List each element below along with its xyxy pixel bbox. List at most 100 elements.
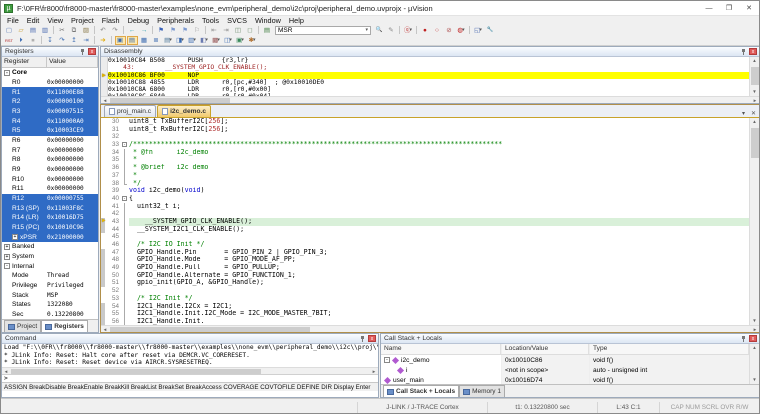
register-row[interactable]: StackMSP — [2, 290, 98, 300]
bookmark-toggle-icon[interactable]: ⚑ — [156, 26, 167, 35]
document-tab-i2c-demo-c[interactable]: i2c_demo.c — [157, 105, 211, 117]
step-out-icon[interactable]: ↥ — [69, 36, 80, 45]
register-row[interactable]: R70x00000000 — [2, 145, 98, 155]
register-row[interactable]: R80x00000000 — [2, 155, 98, 165]
editor-vertical-scrollbar[interactable]: ▲▼ — [749, 118, 759, 325]
call-stack-row[interactable]: -i2c_demo0x10010C86void f() — [381, 355, 749, 365]
disassembly-horizontal-scrollbar[interactable]: ◄► — [101, 96, 759, 103]
fold-collapse-icon[interactable]: - — [122, 142, 127, 147]
register-row[interactable]: States1322080 — [2, 300, 98, 310]
register-row[interactable]: ModeThread — [2, 271, 98, 281]
step-over-icon[interactable]: ↷ — [57, 36, 68, 45]
breakpoint-disable-all-icon[interactable]: ⊘ — [444, 26, 455, 35]
disassembly-code[interactable]: 0x10010C84 B508 PUSH {r3,lr} 43: __SYSTE… — [108, 57, 749, 96]
indent-icon[interactable]: ⇥ — [221, 26, 232, 35]
fold-collapse-icon[interactable]: - — [122, 196, 127, 201]
serial-windows-icon[interactable]: ◧▾ — [199, 36, 210, 45]
pin-icon[interactable] — [79, 48, 86, 55]
disassembly-vertical-scrollbar[interactable]: ▲▼ — [749, 57, 759, 96]
registers-window-icon[interactable]: ≣ — [151, 36, 162, 45]
watch-windows-icon[interactable]: ◨▾ — [175, 36, 186, 45]
editor-horizontal-scrollbar[interactable]: ◄► — [101, 325, 759, 332]
redo-icon[interactable]: ↷ — [110, 26, 121, 35]
tree-expander[interactable]: + — [4, 244, 10, 250]
register-row[interactable]: R14 (LR)0x10016D75 — [2, 213, 98, 223]
memory-windows-icon[interactable]: ▥▾ — [187, 36, 198, 45]
unindent-icon[interactable]: ⇤ — [209, 26, 220, 35]
minimize-button[interactable]: — — [699, 1, 719, 15]
register-row[interactable]: R90x00000000 — [2, 165, 98, 175]
tree-expander[interactable]: - — [384, 357, 390, 363]
close-icon[interactable]: x — [368, 335, 376, 342]
undo-icon[interactable]: ↶ — [98, 26, 109, 35]
command-horizontal-scrollbar[interactable]: ◄► — [2, 367, 378, 374]
target-select[interactable]: MSR▾ — [275, 26, 371, 35]
open-file-icon[interactable]: ▱ — [16, 26, 27, 35]
paste-icon[interactable]: ▨ — [81, 26, 92, 35]
symbols-window-icon[interactable]: ▦ — [139, 36, 150, 45]
register-row[interactable]: +xPSR0x21000000 — [2, 232, 98, 242]
register-row[interactable]: R110x00000000 — [2, 184, 98, 194]
pin-icon[interactable] — [740, 48, 747, 55]
menu-item-project[interactable]: Project — [67, 16, 98, 25]
register-row[interactable]: +System — [2, 252, 98, 262]
close-icon[interactable]: x — [749, 335, 757, 342]
close-document-icon[interactable]: ✕ — [748, 110, 759, 117]
analysis-windows-icon[interactable]: ▩▾ — [211, 36, 222, 45]
tab-list-menu-icon[interactable]: ▾ — [739, 110, 748, 117]
navigate-forward-icon[interactable]: → — [139, 26, 150, 35]
reset-icon[interactable]: RST — [4, 36, 15, 45]
register-row[interactable]: R100x00000000 — [2, 174, 98, 184]
menu-item-edit[interactable]: Edit — [23, 16, 44, 25]
tree-expander[interactable]: - — [4, 263, 10, 269]
trace-windows-icon[interactable]: ◫▾ — [223, 36, 234, 45]
register-row[interactable]: R15 (PC)0x10010C96 — [2, 223, 98, 233]
register-row[interactable]: R40x110000A0 — [2, 116, 98, 126]
run-icon[interactable]: ⏵ — [16, 36, 27, 45]
uncomment-icon[interactable]: ◻ — [245, 26, 256, 35]
editor-code-area[interactable]: 30uint8_t TxBufferI2C[256];31uint8_t RxB… — [101, 118, 749, 325]
document-tab-proj-main-c[interactable]: proj_main.c — [104, 105, 156, 117]
tree-expander[interactable]: + — [4, 254, 10, 260]
menu-item-peripherals[interactable]: Peripherals — [153, 16, 198, 25]
system-viewer-icon[interactable]: ▣▾ — [235, 36, 246, 45]
window-layout-icon[interactable]: ◱▾ — [473, 26, 484, 35]
breakpoint-insert-icon[interactable]: ● — [420, 26, 431, 35]
register-row[interactable]: R30x00007515 — [2, 107, 98, 117]
register-row[interactable]: Sec0.13220800 — [2, 310, 98, 319]
register-row[interactable]: PrivilegePrivileged — [2, 281, 98, 291]
menu-item-tools[interactable]: Tools — [198, 16, 223, 25]
new-file-icon[interactable]: ▢ — [4, 26, 15, 35]
register-row[interactable]: -Internal — [2, 261, 98, 271]
register-row[interactable]: R120x00000755 — [2, 194, 98, 204]
menu-item-debug[interactable]: Debug — [124, 16, 154, 25]
bookmark-next-icon[interactable]: ⚑ — [180, 26, 191, 35]
register-row[interactable]: R00x00000000 — [2, 78, 98, 88]
run-to-cursor-icon[interactable]: ⇥ — [81, 36, 92, 45]
breakpoint-enable-icon[interactable]: ○ — [432, 26, 443, 35]
show-next-statement-icon[interactable]: ➔ — [98, 36, 109, 45]
cut-icon[interactable]: ✂ — [57, 26, 68, 35]
tab-memory-1[interactable]: Memory 1 — [459, 385, 505, 397]
command-window-icon[interactable]: ▣ — [115, 36, 126, 45]
call-stack-vertical-scrollbar[interactable]: ▲▼ — [749, 344, 759, 384]
menu-item-file[interactable]: File — [3, 16, 23, 25]
close-button[interactable]: ✕ — [739, 1, 759, 15]
menu-item-window[interactable]: Window — [251, 16, 285, 25]
tab-project[interactable]: Project — [4, 320, 41, 332]
menu-item-help[interactable]: Help — [285, 16, 308, 25]
step-into-icon[interactable]: ↧ — [45, 36, 56, 45]
menu-item-view[interactable]: View — [43, 16, 67, 25]
disassembly-window-icon[interactable]: ▤ — [127, 36, 138, 45]
tab-registers[interactable]: Registers — [41, 320, 88, 332]
tab-call-stack-locals[interactable]: Call Stack + Locals — [383, 385, 459, 397]
call-stack-row[interactable]: user_main0x10016D74void f() — [381, 375, 749, 384]
debug-session-icon[interactable]: ⓠ▾ — [403, 26, 414, 35]
pin-icon[interactable] — [359, 335, 366, 342]
register-row[interactable]: +Banked — [2, 242, 98, 252]
search-icon[interactable]: ✎ — [386, 26, 397, 35]
call-stack-row[interactable]: i<not in scope>auto - unsigned int — [381, 365, 749, 375]
comment-icon[interactable]: ◫ — [233, 26, 244, 35]
maximize-button[interactable]: ❐ — [719, 1, 739, 15]
pin-icon[interactable] — [740, 335, 747, 342]
